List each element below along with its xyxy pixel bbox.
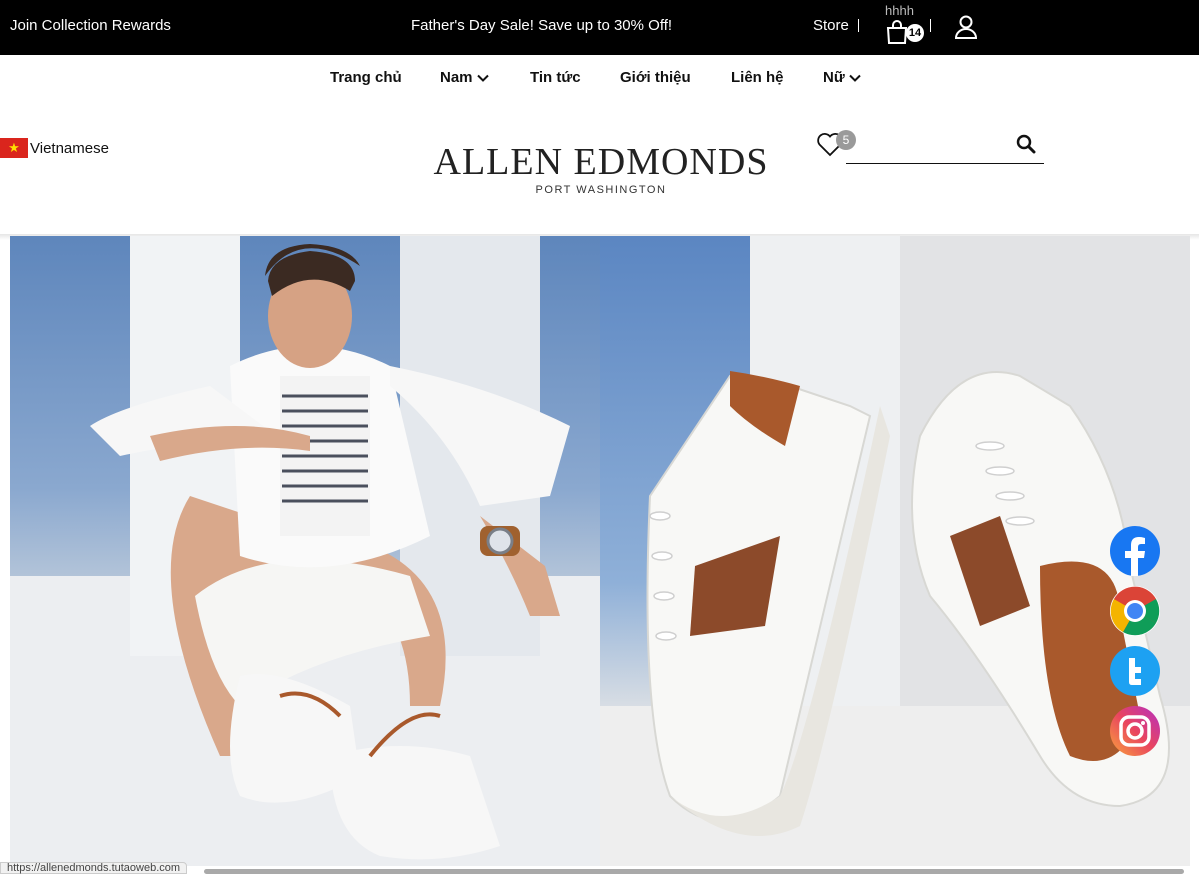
logo-subtitle: PORT WASHINGTON [535, 184, 667, 196]
horizontal-scrollbar[interactable] [204, 869, 1184, 874]
vietnam-flag-icon: ★ [0, 138, 28, 158]
chrome-glyph [1110, 586, 1160, 636]
twitter-icon[interactable] [1110, 646, 1160, 696]
chrome-icon[interactable] [1110, 586, 1160, 636]
shopping-bag-icon[interactable] [886, 20, 908, 44]
chevron-down-icon [476, 74, 489, 82]
facebook-glyph [1125, 537, 1145, 576]
divider [930, 19, 931, 32]
store-link[interactable]: Store [813, 17, 849, 34]
join-rewards-link[interactable]: Join Collection Rewards [10, 17, 171, 34]
model-illustration [10, 236, 600, 866]
nav-item-home[interactable]: Trang chủ [330, 69, 402, 86]
search-box [846, 126, 1044, 164]
nav-item-about[interactable]: Giới thiệu [620, 69, 691, 86]
nav-item-men[interactable]: Nam [440, 69, 489, 86]
brand-logo[interactable]: ALLEN EDMONDS PORT WASHINGTON [426, 142, 776, 196]
cart-overflow-text: hhhh [885, 3, 914, 18]
chevron-down-icon [848, 74, 861, 82]
logo-wordmark: ALLEN EDMONDS [433, 141, 769, 183]
nav-item-women[interactable]: Nữ [823, 69, 861, 86]
cart-count-badge: 14 [906, 24, 924, 42]
instagram-icon[interactable] [1110, 706, 1160, 756]
hero-banner[interactable] [10, 236, 1190, 866]
language-label: Vietnamese [30, 139, 109, 157]
link-status-bar: https://allenedmonds.tutaoweb.com [0, 862, 188, 874]
hero-image-sneakers[interactable] [600, 236, 1190, 866]
nav-item-news[interactable]: Tin tức [530, 69, 581, 86]
twitter-glyph [1129, 658, 1141, 685]
language-selector[interactable]: ★ Vietnamese [0, 138, 109, 158]
main-nav: Trang chủ Nam Tin tức Giới thiệu Liên hệ… [0, 55, 1199, 100]
nav-item-contact[interactable]: Liên hệ [731, 69, 784, 86]
facebook-icon[interactable] [1110, 526, 1160, 576]
user-icon[interactable] [954, 14, 978, 40]
search-input[interactable] [846, 126, 1006, 162]
sneakers-illustration [600, 236, 1190, 866]
top-announcement-bar: Join Collection Rewards Father's Day Sal… [0, 0, 1199, 55]
instagram-glyph [1119, 715, 1151, 747]
divider [858, 19, 859, 32]
hero-image-model[interactable] [10, 236, 600, 866]
search-icon[interactable] [1016, 134, 1036, 154]
promo-banner-text[interactable]: Father's Day Sale! Save up to 30% Off! [411, 17, 672, 34]
